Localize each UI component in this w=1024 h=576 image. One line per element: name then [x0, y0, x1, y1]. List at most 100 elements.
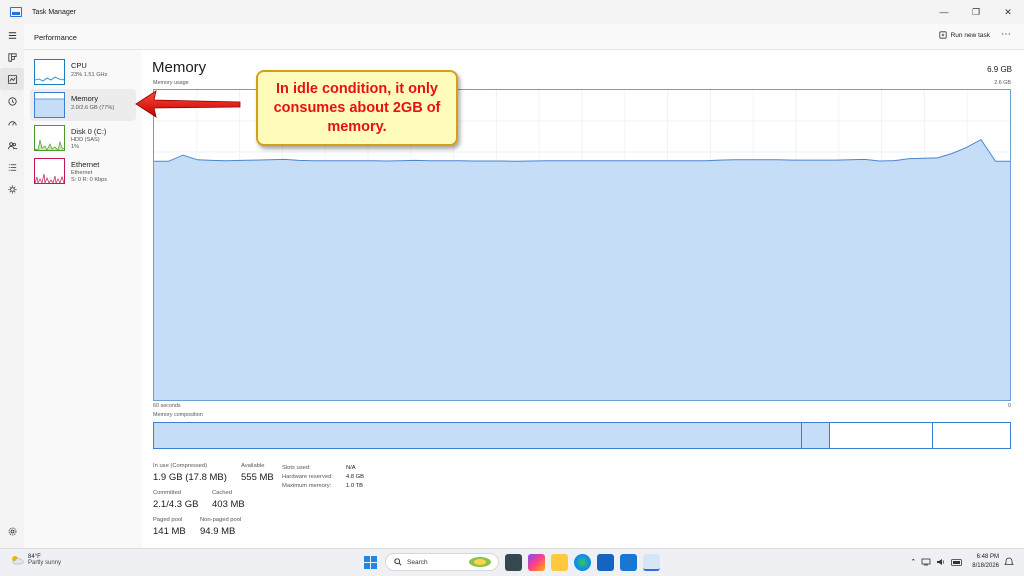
start-button[interactable] [362, 554, 379, 571]
perf-item-name: Disk 0 (C:) [71, 127, 107, 136]
services-icon [7, 184, 17, 194]
perf-item-name: Memory [71, 94, 99, 103]
hamburger-icon [8, 31, 16, 39]
hamburger-menu-button[interactable] [0, 24, 24, 46]
composition-segment-free[interactable] [932, 423, 1010, 448]
graph-x-right-label: 0 [1008, 403, 1011, 409]
page-title: Performance [34, 33, 77, 42]
stat-value: 403 MB [212, 499, 245, 510]
nav-users[interactable] [0, 134, 24, 156]
composition-segment-in_use[interactable] [154, 423, 802, 448]
stat-value: 94.9 MB [200, 526, 236, 537]
taskbar-search[interactable]: Search [385, 553, 499, 571]
memory-total: 6.9 GB [987, 65, 1012, 74]
speedometer-icon [7, 120, 17, 126]
clock-time: 6:48 PM [976, 554, 999, 560]
nav-processes[interactable] [0, 46, 24, 68]
nav-settings[interactable] [0, 520, 24, 542]
stat-value: 1.9 GB (17.8 MB) [153, 472, 227, 483]
composition-segment-standby[interactable] [830, 423, 933, 448]
maximum-memory-value: 1.0 TB [346, 483, 363, 489]
nav-details[interactable] [0, 156, 24, 178]
perf-item-sub2: 1% [71, 144, 80, 150]
composition-segment-modified[interactable] [801, 423, 831, 448]
disk-thumbnail [34, 125, 65, 151]
edge-button[interactable] [574, 553, 591, 571]
search-icon [394, 558, 402, 566]
performance-icon [7, 74, 17, 84]
run-new-task-label: Run new task [950, 31, 990, 39]
memory-usage-label: Memory usage [153, 80, 189, 86]
task-manager-icon [10, 7, 22, 17]
nav-app-history[interactable] [0, 90, 24, 112]
taskbar: 84°F Partly sunny Search ⌃ 6:48 PM 8/18/… [0, 548, 1024, 576]
graph-x-left-label: 60 seconds [153, 403, 181, 409]
hardware-reserved-value: 4.8 GB [346, 474, 365, 480]
weather-description: Partly sunny [28, 560, 62, 566]
system-tray: ⌃ 6:48 PM 8/18/2026 [910, 553, 1014, 571]
minimize-button[interactable]: — [928, 0, 960, 24]
perf-item-name: Ethernet [71, 160, 100, 169]
maximum-memory-label: Maximum memory: [282, 483, 332, 489]
stat-value: 2.1/4.3 GB [153, 499, 199, 510]
memory-composition-label: Memory composition [153, 412, 203, 418]
stat-label: Cached [212, 490, 232, 496]
memory-title: Memory [152, 59, 207, 76]
task-manager-taskbar-button[interactable] [643, 553, 660, 571]
stat-label: In use (Compressed) [153, 463, 208, 469]
navigation-rail [0, 24, 24, 548]
remote-desktop-button[interactable] [620, 553, 637, 571]
slots-used-label: Slots used: [282, 465, 311, 471]
file-explorer-button[interactable] [551, 553, 568, 571]
perf-item-disk[interactable]: Disk 0 (C:) HDD (SAS) 1% [30, 122, 136, 154]
nav-performance[interactable] [0, 68, 24, 90]
network-icon[interactable] [921, 558, 931, 566]
hardware-reserved-label: Hardware reserved: [282, 474, 333, 480]
nav-services[interactable] [0, 178, 24, 200]
clock-date: 8/18/2026 [972, 563, 999, 569]
stat-paged-pool: Paged pool 141 MB [153, 517, 186, 537]
battery-icon[interactable] [951, 558, 963, 566]
page-header: Performance Run new task ⋯ [24, 24, 1024, 50]
memory-composition-bar [153, 422, 1011, 449]
stat-label: Available [241, 463, 265, 469]
stat-label: Non-paged pool [200, 517, 242, 523]
perf-item-sub: HDD (SAS) [71, 137, 100, 143]
perf-item-sub: 2.0/2.6 GB (77%) [71, 105, 115, 111]
perf-item-sub2: S: 0 R: 0 Kbps [71, 177, 108, 183]
volume-icon[interactable] [936, 558, 946, 566]
users-icon [7, 141, 17, 149]
perf-item-ethernet[interactable]: Ethernet Ethernet S: 0 R: 0 Kbps [30, 155, 136, 187]
cpu-thumbnail [34, 59, 65, 85]
stat-in-use: In use (Compressed) 1.9 GB (17.8 MB) [153, 463, 227, 483]
stat-cached: Cached 403 MB [212, 490, 245, 510]
stat-available: Available 555 MB [241, 463, 274, 483]
performance-list: CPU 23% 1.51 GHz Memory 2.0/2.6 GB (77%)… [24, 50, 142, 548]
run-new-task-button[interactable]: Run new task [939, 31, 990, 39]
store-button[interactable] [597, 553, 614, 571]
task-view-button[interactable] [505, 553, 522, 571]
memory-usage-area [154, 139, 1010, 400]
chevron-up-icon[interactable]: ⌃ [910, 558, 916, 566]
notification-bell-icon[interactable] [1004, 557, 1014, 567]
weather-widget[interactable]: 84°F Partly sunny [10, 554, 61, 566]
list-icon [8, 163, 16, 171]
perf-item-memory[interactable]: Memory 2.0/2.6 GB (77%) [30, 89, 136, 121]
processes-icon [7, 52, 17, 62]
taskbar-clock[interactable]: 6:48 PM 8/18/2026 [972, 553, 999, 571]
partly-sunny-icon [12, 556, 24, 565]
close-button[interactable]: ✕ [992, 0, 1024, 24]
windows-logo-icon [364, 555, 377, 569]
gear-icon [8, 527, 16, 535]
stat-label: Paged pool [153, 517, 183, 523]
callout-text: In idle condition, it only consumes abou… [273, 80, 441, 135]
perf-item-cpu[interactable]: CPU 23% 1.51 GHz [30, 56, 136, 88]
stat-value: 141 MB [153, 526, 186, 537]
title-bar: Task Manager — ❐ ✕ [0, 0, 1024, 24]
search-label: Search [407, 558, 428, 566]
taskbar-apps: Search [362, 553, 660, 571]
restore-button[interactable]: ❐ [960, 0, 992, 24]
copilot-button[interactable] [528, 553, 545, 571]
more-options-button[interactable]: ⋯ [1001, 29, 1012, 40]
nav-startup-apps[interactable] [0, 112, 24, 134]
